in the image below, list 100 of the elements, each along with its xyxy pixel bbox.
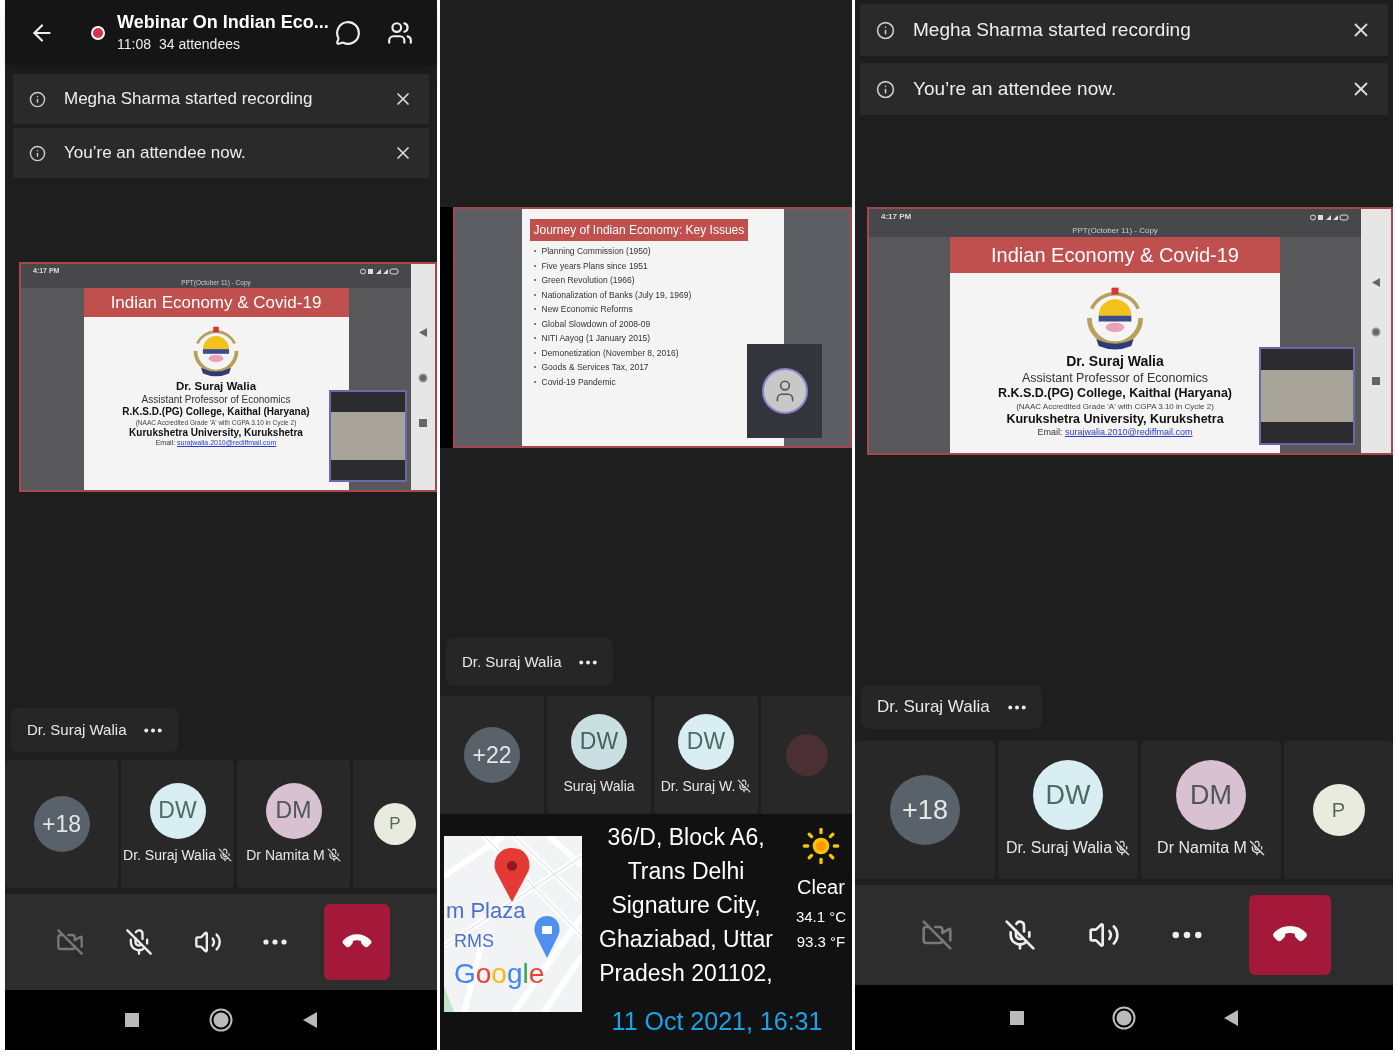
presenter-name: Dr. Suraj Walia	[1066, 353, 1164, 371]
overflow-avatar[interactable]: +18	[890, 775, 960, 845]
back-icon[interactable]	[1372, 277, 1380, 287]
slide-text: Assistant Professor of Economics	[1021, 370, 1209, 387]
initials-avatar: DM	[1176, 760, 1246, 830]
bullet-text: New Economic Reforms	[541, 304, 633, 314]
email-link[interactable]: surajwalia.2010@rediffmail.com	[1065, 427, 1193, 438]
bullet-text: Goods & Services Tax, 2017	[541, 362, 649, 372]
location-address: 36/D, Block A6, Trans Delhi Signature City, Ghaziabad, Uttar Pradesh 201102,	[598, 823, 774, 988]
info-icon	[876, 20, 895, 40]
bullet-text: Five years Plans since 1951	[541, 260, 648, 271]
speaker-chip[interactable]: Dr. Suraj Walia	[11, 708, 179, 752]
hang-up-button[interactable]	[1249, 895, 1332, 975]
status-time: 4:17 PM	[881, 211, 912, 223]
more-icon[interactable]	[1007, 704, 1026, 710]
participant-tile[interactable]: P	[353, 760, 437, 888]
speaker-chip[interactable]: Dr. Suraj Walia	[861, 685, 1042, 729]
slide-text: Assistant Professor of Economics	[141, 393, 291, 407]
presenter-name: Dr. Suraj Walia	[175, 379, 257, 394]
participant-tile[interactable]: DM Dr Namita M	[1141, 741, 1281, 879]
initials-avatar: DW	[678, 713, 734, 770]
email-line: Email: surajwalia.2010@rediffmail.com	[1037, 427, 1193, 439]
bullet-text: Demonetization (November 8, 2016)	[541, 347, 679, 358]
participants-icon[interactable]	[387, 20, 413, 46]
initials-avatar: DM	[265, 782, 322, 839]
info-icon	[29, 144, 46, 162]
participant-name: Dr. Suraj W.	[660, 776, 736, 796]
mic-off-icon	[124, 928, 153, 956]
back-icon[interactable]	[419, 327, 427, 337]
weather-text: Clear	[797, 875, 845, 900]
participant-tile[interactable]: DW Dr. Suraj W.	[654, 696, 758, 814]
slide-text: Kurukshetra University, Kurukshetra	[1006, 411, 1224, 428]
notification-text: You’re an attendee now.	[913, 76, 1118, 101]
speaker-name: Dr. Suraj Walia	[877, 696, 990, 719]
recents-icon[interactable]	[419, 418, 427, 427]
camera-off-icon	[55, 928, 84, 956]
hang-up-button[interactable]	[324, 904, 391, 980]
home-icon[interactable]	[209, 1008, 233, 1032]
slide-title: Indian Economy & Covid-19	[950, 237, 1280, 273]
map-thumbnail[interactable]: m Plaza RMS Google	[444, 836, 582, 1012]
speaker-chip[interactable]: Dr. Suraj Walia	[446, 638, 614, 686]
overflow-avatar[interactable]: +18	[33, 796, 90, 852]
overflow-avatar[interactable]: +22	[464, 727, 520, 783]
slide-text: (NAAC Accredited Grade 'A' with CGPA 3.10 in Cycle 2)	[1016, 401, 1214, 412]
bullet-text: Nationalization of Banks (July 19, 1969)	[541, 289, 692, 300]
participant-name: Dr Namita M	[246, 845, 325, 865]
back-icon[interactable]	[1224, 1009, 1238, 1026]
mic-off-icon	[1004, 919, 1037, 951]
speaker-name: Dr. Suraj Walia	[462, 651, 562, 672]
bullet-text: Green Revolution (1966)	[541, 275, 635, 285]
slide-title: Journey of Indian Economy: Key Issues	[529, 219, 749, 241]
document-title: PPT(October 11) - Copy	[1072, 225, 1158, 237]
participant-tile[interactable]: +18	[855, 741, 995, 879]
notification-text: Megha Sharma started recording	[64, 88, 314, 111]
participant-tile[interactable]: P	[1284, 741, 1393, 879]
timestamp: 11 Oct 2021, 16:31	[610, 1005, 824, 1037]
slide-text: Kurukshetra University, Kurukshetra	[129, 426, 303, 440]
participant-tile[interactable]	[761, 696, 852, 814]
participant-name: Dr. Suraj Walia	[123, 845, 216, 865]
notification-text: Megha Sharma started recording	[913, 17, 1192, 42]
slide-title: Indian Economy & Covid-19	[83, 287, 349, 318]
recents-icon[interactable]	[1372, 376, 1380, 385]
bullet-text: Global Slowdown of 2008-09	[541, 318, 651, 329]
recents-icon[interactable]	[1010, 1010, 1024, 1025]
participant-tile[interactable]: DW Dr. Suraj Walia	[998, 741, 1138, 879]
speaker-name: Dr. Suraj Walia	[27, 719, 127, 740]
more-icon	[263, 939, 288, 945]
home-icon[interactable]	[1371, 326, 1381, 337]
initials-avatar: P	[1312, 784, 1365, 836]
slide-text: R.K.S.D.(PG) College, Kaithal (Haryana)	[122, 406, 310, 419]
info-icon	[29, 90, 46, 108]
map-logo: Google	[454, 960, 545, 988]
meeting-title: Webinar On Indian Eco...	[117, 11, 330, 34]
info-icon	[876, 79, 895, 99]
participant-tile[interactable]: +18	[5, 760, 118, 888]
participant-name: Dr Namita M	[1157, 838, 1247, 858]
participant-name: Suraj Walia	[563, 776, 635, 796]
camera-off-icon	[920, 919, 953, 951]
map-label: RMS	[454, 932, 494, 950]
status-icons-drawing	[1309, 213, 1349, 221]
person-avatar-icon	[761, 368, 808, 414]
participant-tile[interactable]: DW Dr. Suraj Walia	[121, 760, 234, 888]
initials-avatar: P	[374, 803, 416, 845]
participant-tile[interactable]: DM Dr Namita M	[237, 760, 350, 888]
participant-tile[interactable]: DW Suraj Walia	[547, 696, 651, 814]
back-icon[interactable]	[303, 1012, 317, 1028]
bullet-text: Covid-19 Pandemic	[541, 376, 616, 387]
participant-tile[interactable]: +22	[440, 696, 544, 814]
sun-icon	[801, 826, 841, 866]
initials-avatar: DW	[1033, 760, 1103, 830]
chat-icon[interactable]	[335, 20, 361, 46]
more-icon	[1171, 931, 1202, 939]
more-icon[interactable]	[144, 727, 163, 733]
initials-avatar: DW	[149, 782, 206, 839]
temperature-fahrenheit: 93.3 °F	[796, 931, 846, 952]
home-icon[interactable]	[418, 372, 428, 383]
home-icon[interactable]	[1112, 1005, 1136, 1030]
notification-text: You’re an attendee now.	[64, 142, 247, 165]
more-icon[interactable]	[579, 659, 598, 665]
bullet-text: Planning Commission (1950)	[541, 246, 651, 256]
